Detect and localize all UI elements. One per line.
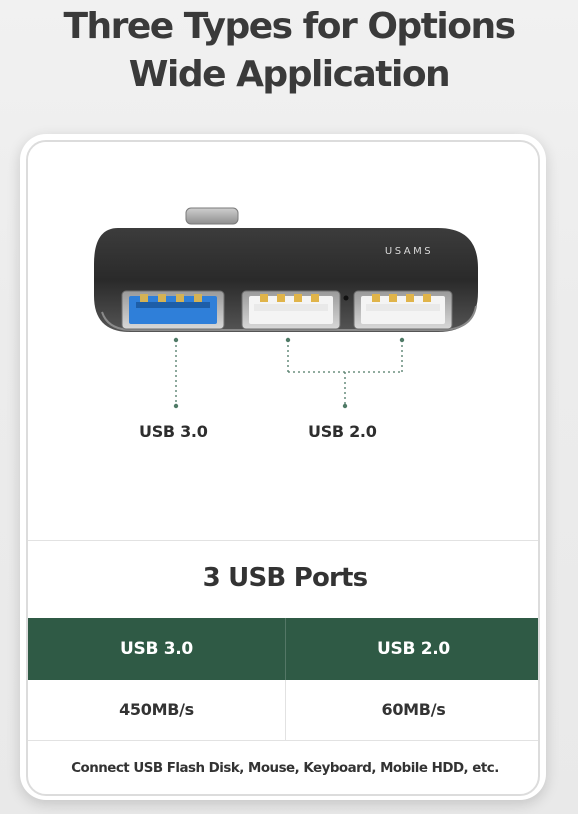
usb-2-port-b [353, 290, 453, 330]
ports-title-row: 3 USB Ports [28, 540, 538, 619]
headline-line-2: Wide Application [128, 54, 451, 95]
product-card-inner: USAMS USB 3.0 USB 2.0 3 USB Ports USB 3.… [26, 140, 540, 796]
hub-illustration-area: USAMS USB 3.0 USB 2.0 [28, 142, 538, 540]
usb-3-label: USB 3.0 [139, 422, 208, 441]
brand-logo: USAMS [385, 246, 433, 257]
spec-table-row: 450MB/s 60MB/s [28, 680, 538, 741]
usb-3-port [121, 290, 225, 330]
header-usb-2: USB 2.0 [377, 639, 450, 659]
compatibility-note: Connect USB Flash Disk, Mouse, Keyboard,… [71, 761, 499, 776]
speed-usb-2: 60MB/s [381, 700, 446, 719]
callout-dots [173, 337, 405, 409]
type-c-plug [185, 207, 239, 225]
indicator-light [343, 295, 349, 301]
speed-usb-3: 450MB/s [119, 700, 194, 719]
usb-2-label: USB 2.0 [308, 422, 377, 441]
usb-hub-illustration: USAMS [94, 207, 478, 409]
headline-line-1: Three Types for Options [63, 6, 516, 47]
spec-table-header: USB 3.0 USB 2.0 [28, 618, 538, 680]
callout-lines [175, 340, 403, 406]
header-usb-3: USB 3.0 [120, 639, 193, 659]
usb-2-port-a [241, 290, 341, 330]
ports-title: 3 USB Ports [202, 563, 369, 593]
